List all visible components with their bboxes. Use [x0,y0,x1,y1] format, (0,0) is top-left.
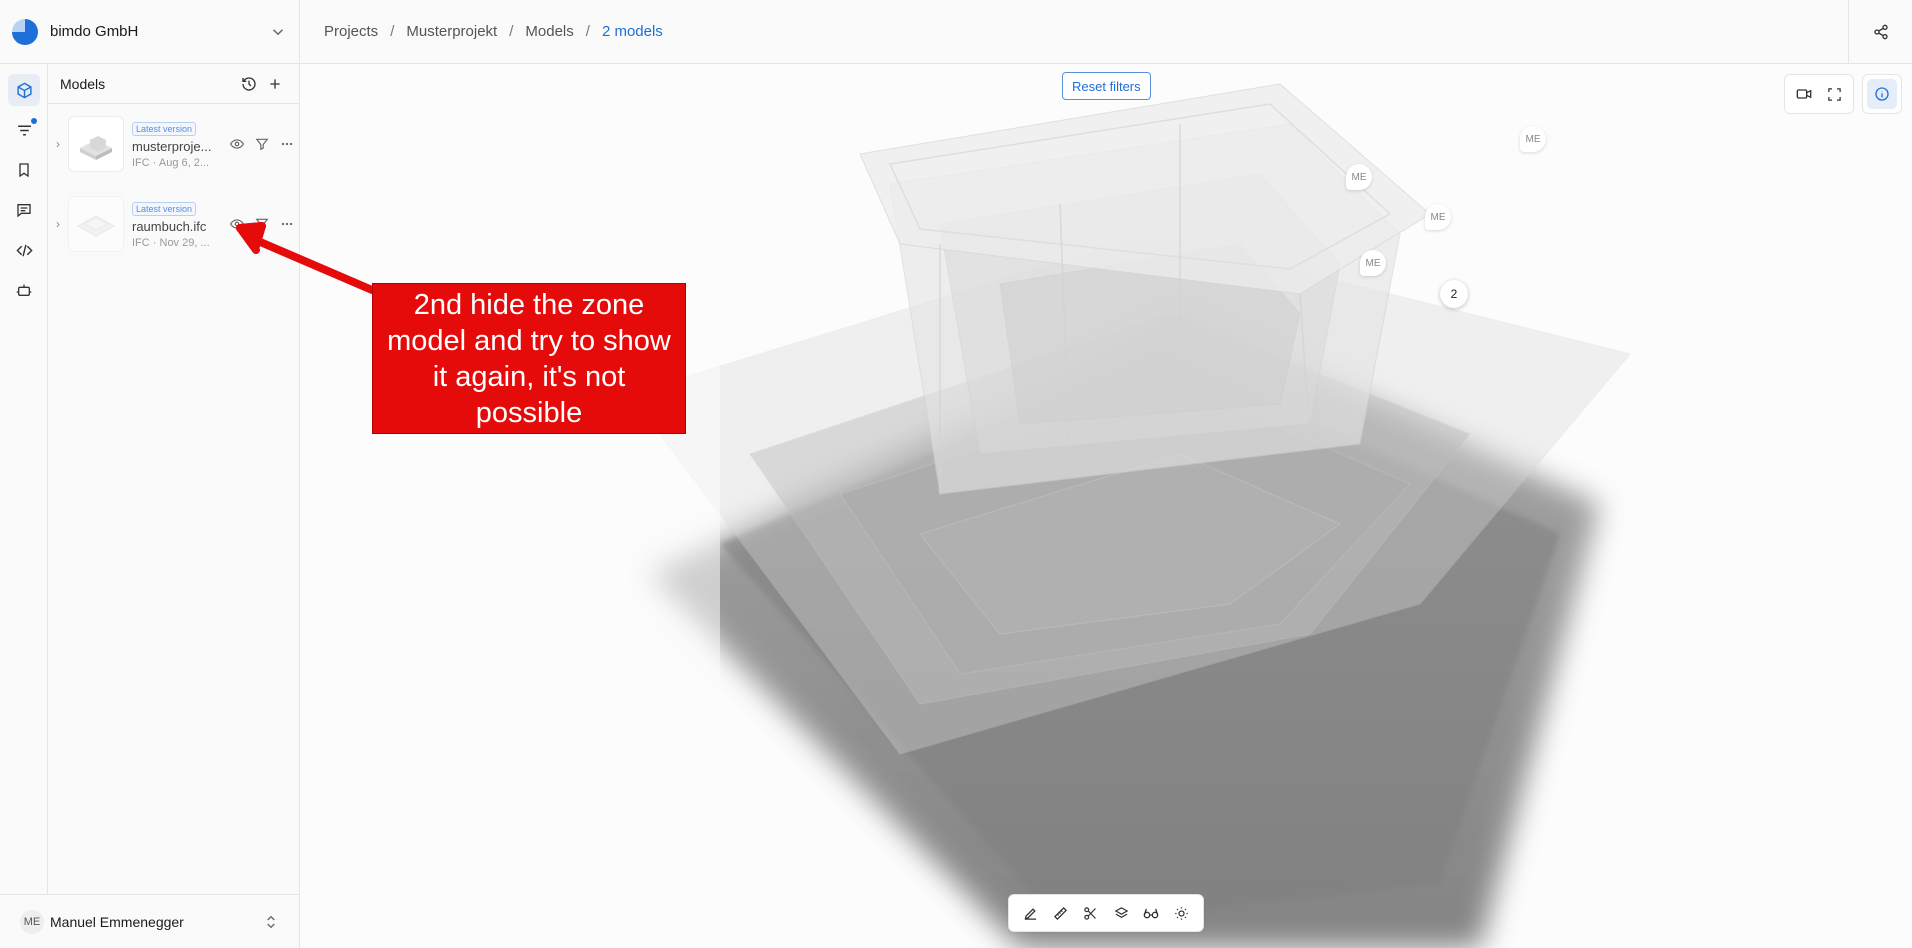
fullscreen-button[interactable] [1821,81,1847,107]
breadcrumb-projects[interactable]: Projects [324,23,378,40]
breadcrumb-separator: / [509,23,514,40]
filter-button[interactable] [249,133,274,155]
more-menu-button[interactable] [274,213,299,235]
avatar: ME [20,909,44,934]
bookmark-icon [19,163,29,178]
more-menu-button[interactable] [274,133,299,155]
model-thumbnail [68,116,124,172]
viewer-toolbar [1008,894,1204,932]
breadcrumb: Projects / Musterprojekt / Models / 2 mo… [324,23,663,40]
models-panel-header: Models [48,64,299,104]
filter-icon [255,138,268,151]
latest-version-badge: Latest version [132,202,197,216]
icon-rail [0,64,48,948]
markup-tool-button[interactable] [1017,900,1043,926]
reset-filters-button[interactable]: Reset filters [1062,72,1151,100]
chevron-down-icon [272,28,284,35]
user-name: Manuel Emmenegger [50,913,184,930]
filter-button[interactable] [249,213,274,235]
rail-comments-button[interactable] [8,194,40,226]
layers-tool-button[interactable] [1108,900,1134,926]
model-actions [224,133,299,155]
org-name: bimdo GmbH [50,23,139,40]
video-camera-icon [1796,89,1812,99]
comment-icon [17,204,31,218]
org-switcher[interactable]: bimdo GmbH [0,0,300,64]
filter-icon [255,218,268,231]
model-viewer-canvas[interactable]: Reset filters ME ME ME ME 2 [300,64,1912,948]
share-icon [1873,24,1888,39]
view-mode-button[interactable] [1138,900,1164,926]
comment-marker[interactable]: ME [1346,164,1372,190]
code-icon [15,244,33,256]
model-row[interactable]: › Latest version raumbuch.ifc IFC · Nov … [48,186,300,262]
robot-icon [16,284,32,296]
latest-version-badge: Latest version [132,122,197,136]
comment-marker[interactable]: ME [1360,250,1386,276]
info-toggle [1867,79,1897,109]
layers-icon [1114,906,1129,918]
model-thumbnail [68,196,124,252]
expand-chevron-icon[interactable]: › [48,137,68,151]
info-icon [1875,87,1889,101]
add-model-button[interactable] [263,72,287,96]
lighting-button[interactable] [1169,900,1195,926]
filter-lines-icon [17,125,31,135]
model-meta: IFC · Nov 29, ... [132,237,210,249]
view-tools [1784,74,1854,114]
rail-filters-button[interactable] [8,114,40,146]
breadcrumb-separator: / [585,23,590,40]
eye-icon [229,219,244,229]
model-actions [224,213,299,235]
fullscreen-icon [1827,87,1841,101]
pencil-icon [1024,907,1036,920]
history-button[interactable] [237,72,261,96]
rail-bookmarks-button[interactable] [8,154,40,186]
model-row[interactable]: › Latest version musterproje... IFC · Au… [48,106,300,182]
model-meta: IFC · Aug 6, 2... [132,157,210,169]
chevron-updown-icon [267,915,275,928]
comment-marker[interactable]: ME [1425,204,1451,230]
breadcrumb-current: 2 models [601,23,663,40]
app: bimdo GmbH Projects / Musterprojekt / Mo… [0,0,1912,948]
marker-cluster[interactable]: 2 [1440,280,1468,308]
glasses-icon [1144,908,1159,919]
breadcrumb-models[interactable]: Models [525,23,573,40]
visibility-toggle[interactable] [224,133,249,155]
models-panel: Models › Latest version musterproje... I… [48,64,300,948]
scissors-icon [1084,906,1097,920]
visibility-toggle[interactable] [224,213,249,235]
expand-chevron-icon[interactable]: › [48,217,68,231]
annotation-callout: 2nd hide the zone model and try to show … [372,283,686,434]
panel-title: Models [60,75,106,92]
org-logo [12,18,38,45]
notification-dot [31,118,37,124]
share-button[interactable] [1848,0,1912,63]
comment-marker[interactable]: ME [1520,126,1546,152]
building-3d-render [300,64,1631,948]
rail-models-button[interactable] [8,74,40,106]
ruler-icon [1053,906,1067,920]
breadcrumb-project[interactable]: Musterprojekt [406,23,497,40]
breadcrumb-separator: / [390,23,395,40]
history-icon [242,76,256,91]
more-horizontal-icon [281,222,292,226]
model-info: Latest version musterproje... IFC · Aug … [132,119,218,169]
info-button[interactable] [1862,74,1902,114]
plus-icon [270,78,280,89]
model-name: raumbuch.ifc [132,219,207,234]
sun-icon [1175,906,1189,920]
cube-icon [16,82,32,98]
user-menu[interactable]: ME Manuel Emmenegger [0,894,300,948]
rail-code-button[interactable] [8,234,40,266]
eye-icon [229,139,244,149]
section-tool-button[interactable] [1078,900,1104,926]
model-name: musterproje... [132,139,212,154]
model-info: Latest version raumbuch.ifc IFC · Nov 29… [132,199,218,249]
rail-bot-button[interactable] [8,274,40,306]
more-horizontal-icon [281,142,292,146]
topbar: Projects / Musterprojekt / Models / 2 mo… [300,0,1912,64]
camera-button[interactable] [1791,81,1817,107]
measure-tool-button[interactable] [1047,900,1073,926]
